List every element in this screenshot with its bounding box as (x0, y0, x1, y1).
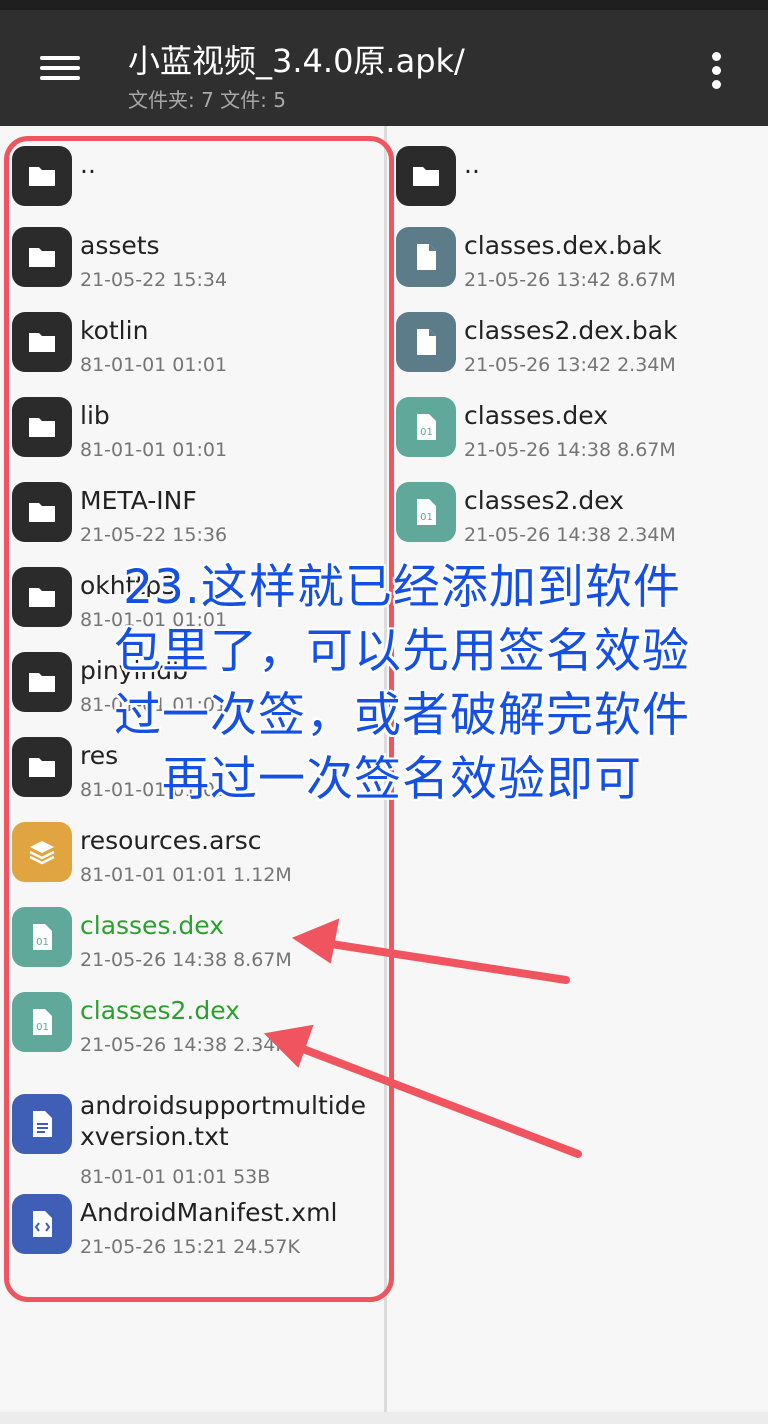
folder-icon (12, 482, 72, 542)
file-meta: 81-01-01 01:01 (80, 354, 228, 376)
list-item[interactable]: 01 classes2.dex 21-05-26 14:38 2.34M (396, 474, 756, 558)
file-meta: 21-05-26 14:38 8.67M (464, 439, 676, 461)
hamburger-menu-icon[interactable] (34, 48, 86, 88)
folder-icon (396, 146, 456, 206)
file-name: .. (464, 150, 480, 179)
list-item-parent-dir[interactable]: .. (12, 138, 372, 222)
status-bar (0, 0, 768, 10)
list-item[interactable]: assets 21-05-22 15:34 (12, 219, 372, 303)
caption-line: 再过一次签名效验即可 (162, 752, 642, 807)
tutorial-caption: 23.这样就已经添加到软件 包里了，可以先用签名效验 过一次签，或者破解完软件 … (42, 556, 762, 812)
caption-line: 包里了，可以先用签名效验 (114, 624, 690, 679)
file-name: classes2.dex (80, 996, 240, 1025)
list-item[interactable]: kotlin 81-01-01 01:01 (12, 304, 372, 388)
file-name: AndroidManifest.xml (80, 1198, 338, 1227)
folder-icon (12, 312, 72, 372)
list-item[interactable]: classes2.dex.bak 21-05-26 13:42 2.34M (396, 304, 756, 388)
folder-icon (12, 146, 72, 206)
list-item-parent-dir[interactable]: .. (396, 138, 756, 222)
caption-line: 23.这样就已经添加到软件 (123, 560, 681, 615)
file-meta: 21-05-26 14:38 2.34M (464, 524, 676, 546)
file-meta: 21-05-26 14:38 8.67M (80, 949, 292, 971)
file-meta: 21-05-26 13:42 2.34M (464, 354, 676, 376)
file-name: classes.dex.bak (464, 231, 662, 260)
file-name: classes.dex (80, 911, 225, 940)
file-icon (396, 312, 456, 372)
list-item[interactable]: lib 81-01-01 01:01 (12, 389, 372, 473)
file-name: .. (80, 150, 96, 179)
caption-line: 过一次签，或者破解完软件 (114, 688, 690, 743)
file-icon (396, 227, 456, 287)
file-name: META-INF (80, 486, 197, 515)
list-item[interactable]: 01 classes.dex 21-05-26 14:38 8.67M (396, 389, 756, 473)
folder-icon (12, 397, 72, 457)
file-meta: 21-05-26 15:21 24.57K (80, 1236, 300, 1258)
file-name: androidsupportmultidexversion.txt (80, 1091, 366, 1151)
layers-icon (12, 822, 72, 882)
list-item[interactable]: 01 classes2.dex 21-05-26 14:38 2.34M (12, 984, 372, 1068)
text-file-icon (12, 1094, 72, 1154)
file-meta: 81-01-01 01:01 1.12M (80, 864, 292, 886)
list-item[interactable]: AndroidManifest.xml 21-05-26 15:21 24.57… (12, 1186, 372, 1270)
file-name: lib (80, 401, 110, 430)
svg-text:01: 01 (420, 512, 433, 523)
file-meta: 81-01-01 01:01 53B (80, 1166, 271, 1188)
code-file-icon (12, 1194, 72, 1254)
file-name: classes2.dex.bak (464, 316, 678, 345)
svg-text:01: 01 (36, 1022, 49, 1033)
svg-text:01: 01 (420, 427, 433, 438)
list-item[interactable]: META-INF 21-05-22 15:36 (12, 474, 372, 558)
path-title: 小蓝视频_3.4.0原.apk/ (128, 42, 465, 80)
folder-file-count: 文件夹: 7 文件: 5 (128, 88, 286, 112)
file-name: resources.arsc (80, 826, 262, 855)
file-name: classes.dex (464, 401, 609, 430)
binary-file-icon: 01 (396, 482, 456, 542)
binary-file-icon: 01 (12, 907, 72, 967)
list-item[interactable]: 01 classes.dex 21-05-26 14:38 8.67M (12, 899, 372, 983)
folder-icon (12, 227, 72, 287)
file-meta: 21-05-22 15:36 (80, 524, 228, 546)
bottom-edge (0, 1412, 768, 1424)
file-meta: 81-01-01 01:01 (80, 439, 228, 461)
file-meta: 21-05-26 14:38 2.34M (80, 1034, 292, 1056)
binary-file-icon: 01 (396, 397, 456, 457)
file-name: assets (80, 231, 160, 260)
more-options-icon[interactable] (700, 48, 734, 96)
file-name: kotlin (80, 316, 149, 345)
list-item[interactable]: resources.arsc 81-01-01 01:01 1.12M (12, 814, 372, 898)
svg-text:01: 01 (36, 937, 49, 948)
file-name: classes2.dex (464, 486, 624, 515)
binary-file-icon: 01 (12, 992, 72, 1052)
file-meta: 21-05-26 13:42 8.67M (464, 269, 676, 291)
top-toolbar: 小蓝视频_3.4.0原.apk/ 文件夹: 7 文件: 5 (0, 10, 768, 126)
list-item[interactable]: androidsupportmultidexversion.txt 81-01-… (12, 1080, 382, 1196)
file-meta: 21-05-22 15:34 (80, 269, 228, 291)
list-item[interactable]: classes.dex.bak 21-05-26 13:42 8.67M (396, 219, 756, 303)
